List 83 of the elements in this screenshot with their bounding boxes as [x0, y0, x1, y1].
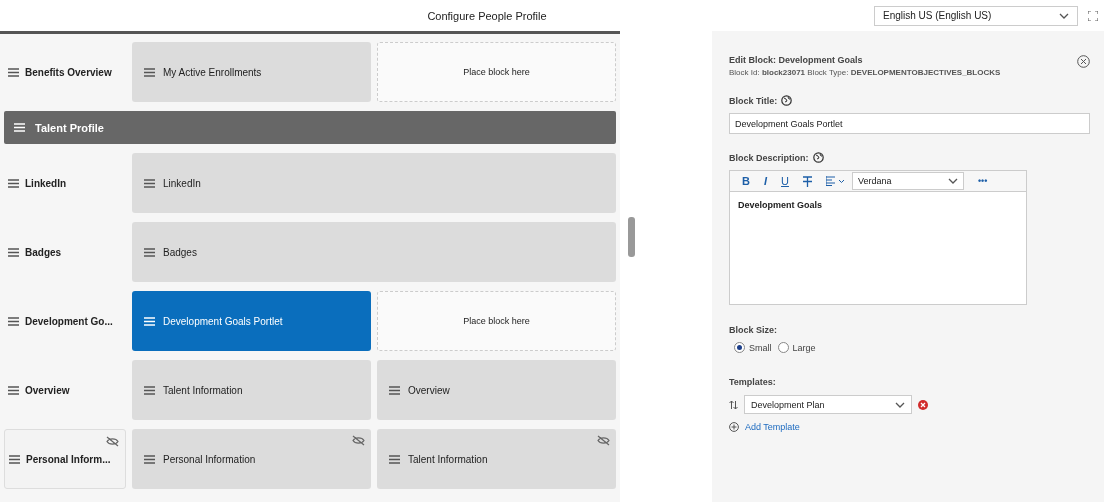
drag-handle-icon[interactable]: [8, 247, 19, 257]
content-block[interactable]: Talent Information: [132, 360, 371, 420]
chevron-down-icon: [895, 401, 905, 408]
block-drop-zone[interactable]: Place block here: [377, 42, 616, 102]
close-icon[interactable]: [1077, 55, 1090, 68]
block-label: Talent Information: [163, 384, 243, 396]
drag-handle-icon[interactable]: [9, 454, 20, 464]
sort-icon[interactable]: [729, 399, 738, 410]
hidden-eye-icon: [352, 435, 365, 446]
content-block[interactable]: LinkedIn: [132, 153, 616, 213]
content-block[interactable]: My Active Enrollments: [132, 42, 371, 102]
field-label: Block Size:: [729, 325, 777, 335]
drag-handle-icon[interactable]: [8, 178, 19, 188]
drag-handle-icon[interactable]: [8, 316, 19, 326]
block-label: Development Goals Portlet: [163, 315, 283, 327]
delete-icon[interactable]: [918, 399, 928, 410]
drag-handle-icon[interactable]: [144, 178, 155, 188]
hidden-eye-icon: [106, 436, 119, 447]
drag-handle-icon[interactable]: [144, 67, 155, 77]
drag-handle-icon[interactable]: [144, 454, 155, 464]
field-label: Block Description:: [729, 152, 809, 163]
content-block[interactable]: Badges: [132, 222, 616, 282]
row-header[interactable]: Overview: [4, 360, 126, 420]
block-label: Personal Information: [163, 453, 256, 465]
drag-handle-icon[interactable]: [8, 385, 19, 395]
content-block[interactable]: Development Goals Portlet: [132, 291, 371, 351]
language-select[interactable]: English US (English US): [874, 5, 1078, 26]
row-title: Badges: [25, 246, 62, 258]
row-header[interactable]: Badges: [4, 222, 126, 282]
row-header[interactable]: LinkedIn: [4, 153, 126, 213]
page-title: Configure People Profile: [426, 9, 548, 22]
bold-button[interactable]: B: [742, 175, 750, 187]
font-select[interactable]: Verdana: [851, 172, 964, 190]
row-title: LinkedIn: [25, 177, 67, 189]
underline-button[interactable]: U: [781, 175, 789, 187]
content-block[interactable]: Talent Information: [377, 429, 616, 489]
drag-handle-icon[interactable]: [389, 385, 400, 395]
chevron-down-icon: [1059, 12, 1069, 19]
row-title: Development Go...: [25, 315, 113, 327]
template-select[interactable]: Development Plan: [744, 395, 912, 414]
globe-icon: [781, 95, 793, 106]
row-title: Personal Inform...: [26, 453, 111, 465]
align-dropdown-icon[interactable]: [825, 176, 846, 186]
rich-text-editor[interactable]: B I U Verdana ••• Development Goals: [729, 170, 1027, 305]
add-icon[interactable]: [729, 422, 739, 432]
hidden-eye-icon: [597, 435, 610, 446]
strikethrough-icon[interactable]: [802, 175, 812, 187]
drag-handle-icon[interactable]: [144, 385, 155, 395]
more-button[interactable]: •••: [977, 176, 988, 186]
drag-handle-icon[interactable]: [389, 454, 400, 464]
block-label: LinkedIn: [163, 177, 201, 189]
add-template-link[interactable]: Add Template: [745, 422, 800, 432]
block-drop-zone[interactable]: Place block here: [377, 291, 616, 351]
drag-handle-icon[interactable]: [8, 67, 19, 77]
fullscreen-icon[interactable]: [1088, 10, 1098, 21]
radio-label: Small: [749, 342, 772, 353]
scrollbar-thumb[interactable]: [628, 217, 635, 257]
radio-button[interactable]: [734, 342, 745, 353]
content-block[interactable]: Overview: [377, 360, 616, 420]
content-block[interactable]: Personal Information: [132, 429, 371, 489]
field-label: Templates:: [729, 377, 776, 387]
row-header[interactable]: Benefits Overview: [4, 42, 126, 102]
section-title: Talent Profile: [35, 121, 104, 134]
row-title: Benefits Overview: [25, 66, 112, 78]
description-text: Development Goals: [738, 200, 823, 210]
radio-label: Large: [792, 342, 816, 353]
italic-button[interactable]: I: [763, 175, 767, 187]
row-header[interactable]: Development Go...: [4, 291, 126, 351]
block-label: Badges: [163, 246, 197, 258]
row-header[interactable]: Personal Inform...: [4, 429, 126, 489]
block-label: Talent Information: [408, 453, 488, 465]
editor-title: Edit Block: Development Goals: [729, 55, 864, 65]
row-title: Overview: [25, 384, 70, 396]
block-meta: Block Id: block23071 Block Type: DEVELOPMENTOBJECTIVES_BLOCKS: [729, 68, 1001, 77]
field-label: Block Title:: [729, 95, 778, 106]
block-label: My Active Enrollments: [163, 66, 262, 78]
drag-handle-icon[interactable]: [144, 247, 155, 257]
block-title-field[interactable]: Development Goals Portlet: [729, 113, 1090, 134]
radio-button[interactable]: [777, 342, 789, 353]
section-bar[interactable]: Talent Profile: [4, 111, 616, 144]
globe-icon: [812, 152, 824, 163]
chevron-down-icon: [947, 178, 958, 184]
block-label: Overview: [408, 384, 450, 396]
